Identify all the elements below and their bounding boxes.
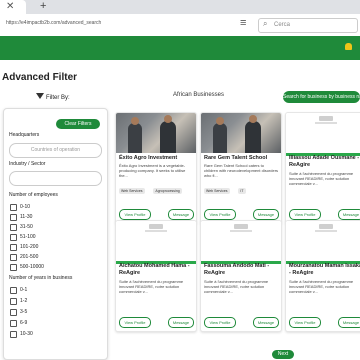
view-profile-button[interactable]: View Profile [289, 209, 321, 220]
view-profile-button[interactable]: View Profile [119, 317, 151, 328]
checkbox[interactable] [10, 224, 17, 231]
checkbox[interactable] [10, 244, 17, 251]
industry-tag: Web Services [119, 188, 145, 194]
industry-label: Industry / Sector [9, 161, 46, 167]
business-name[interactable]: Illiassou Adade Ousmane - ReAgire [289, 155, 360, 169]
checkbox[interactable] [10, 309, 17, 316]
business-description: Éxito Agro Investment is a vegetable-pro… [119, 163, 186, 178]
business-card[interactable]: Fassouma Andodo Mati - ReAgire Suite à l'… [200, 220, 282, 332]
view-profile-button[interactable]: View Profile [289, 317, 321, 328]
checkbox[interactable] [10, 214, 17, 221]
business-photo [201, 113, 281, 153]
browser-tab[interactable]: ✕ [0, 0, 26, 14]
close-icon[interactable]: ✕ [6, 1, 14, 12]
menu-icon[interactable]: ≡ [240, 17, 246, 29]
message-button[interactable]: Message [253, 209, 279, 220]
checkbox[interactable] [10, 254, 17, 261]
checkbox[interactable] [10, 204, 17, 211]
address-bar: https://e4impactb2b.com/advanced_search … [0, 14, 360, 37]
checkbox[interactable] [10, 234, 17, 241]
business-photo [116, 113, 196, 153]
category-title: African Businesses [173, 92, 225, 98]
message-button[interactable]: Message [338, 317, 360, 328]
business-name[interactable]: Éxito Agro Investment [119, 155, 195, 162]
site-header [0, 36, 360, 60]
filter-panel: Clear Filters Headquarters Countries of … [3, 108, 108, 360]
message-button[interactable]: Message [253, 317, 279, 328]
browser-search-input[interactable]: ⌕ Cerca [258, 18, 358, 33]
business-logo [201, 221, 281, 264]
checkbox[interactable] [10, 331, 17, 338]
business-name[interactable]: Rare Gem Talent School [204, 155, 280, 162]
business-card[interactable]: Aichatou Mohamed Hama - ReAgire Suite à l… [115, 220, 197, 332]
industry-tag: Web Services [204, 188, 230, 194]
business-logo [116, 221, 196, 264]
tab-bar: ✕ + [0, 0, 360, 14]
new-tab-icon[interactable]: + [40, 0, 46, 12]
industry-tag: IT [238, 188, 246, 194]
business-description: Suite à l'achèvement du programme innova… [119, 279, 184, 294]
view-profile-button[interactable]: View Profile [119, 209, 151, 220]
business-card[interactable]: Mourzanatou Maman Issaka - ReAgire Suite … [285, 220, 360, 332]
business-description: Rare Gem Talent School caters to childre… [204, 163, 279, 178]
url-field[interactable]: https://e4impactb2b.com/advanced_search [6, 20, 101, 26]
industry-tag: Agroprocessing [153, 188, 182, 194]
business-description: Suite à l'achèvement du programme innova… [204, 279, 269, 294]
business-description: Suite à l'achèvement du programme innova… [289, 171, 354, 186]
view-profile-button[interactable]: View Profile [204, 209, 236, 220]
search-business-button[interactable]: Search for business by business name [283, 91, 360, 103]
employees-label: Number of employees [9, 192, 58, 198]
business-name[interactable]: Mourzanatou Maman Issaka - ReAgire [289, 263, 360, 277]
checkbox[interactable] [10, 320, 17, 327]
years-label: Number of years in business [9, 275, 73, 281]
business-name[interactable]: Aichatou Mohamed Hama - ReAgire [119, 263, 195, 277]
search-icon: ⌕ [263, 19, 268, 28]
filter-funnel-icon [36, 93, 44, 99]
view-profile-button[interactable]: View Profile [204, 317, 236, 328]
headquarters-input[interactable]: Countries of operation [9, 143, 102, 158]
checkbox[interactable] [10, 298, 17, 305]
checkbox[interactable] [10, 264, 17, 271]
headquarters-label: Headquarters [9, 132, 40, 138]
next-page-button[interactable]: Next [272, 350, 294, 359]
clear-filters-button[interactable]: Clear Filters [56, 119, 100, 129]
business-card[interactable]: Éxito Agro Investment Éxito Agro Investme… [115, 112, 197, 224]
industry-input[interactable] [9, 171, 102, 186]
message-button[interactable]: Message [168, 317, 194, 328]
business-logo [286, 221, 360, 264]
message-button[interactable]: Message [168, 209, 194, 220]
checkbox[interactable] [10, 287, 17, 294]
browser-search-placeholder: Cerca [274, 22, 291, 28]
business-card[interactable]: Illiassou Adade Ousmane - ReAgire Suite à… [285, 112, 360, 224]
page-title: Advanced Filter [2, 72, 78, 83]
headquarters-placeholder: Countries of operation [30, 147, 81, 153]
filter-by-label: Filter By: [46, 95, 70, 101]
business-description: Suite à l'achèvement du programme innova… [289, 279, 354, 294]
notification-bell-icon[interactable] [345, 43, 352, 50]
message-button[interactable]: Message [338, 209, 360, 220]
business-name[interactable]: Fassouma Andodo Mati - ReAgire [204, 263, 280, 277]
business-logo [286, 113, 360, 156]
business-card[interactable]: Rare Gem Talent School Rare Gem Talent Sc… [200, 112, 282, 224]
